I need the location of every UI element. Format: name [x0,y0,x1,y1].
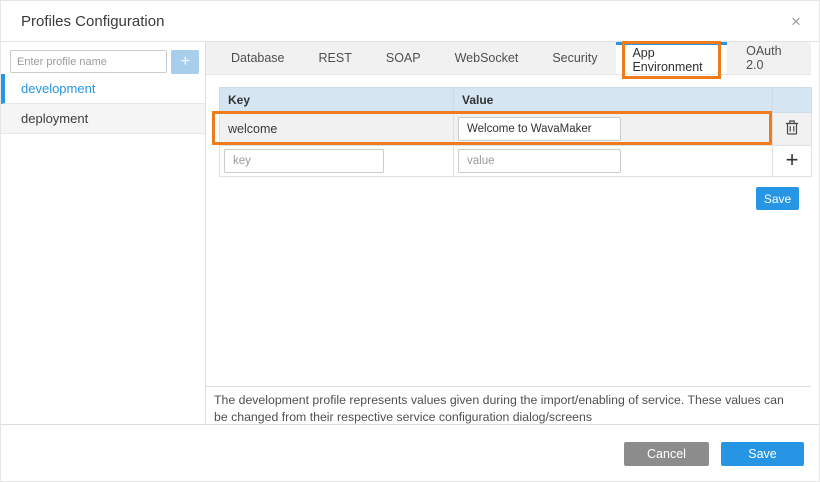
column-header-actions [773,88,812,113]
new-key-input[interactable] [224,149,384,173]
tab-database[interactable]: Database [214,42,302,74]
key-value-table: Key Value welcome [219,87,812,177]
add-profile-button[interactable]: + [171,50,199,74]
trash-icon [785,119,799,135]
close-icon[interactable]: × [784,1,808,42]
profile-item-label: development [21,81,95,96]
table-header-row: Key Value [220,88,812,113]
profile-item-deployment[interactable]: deployment [1,104,205,134]
table-save-button[interactable]: Save [756,187,799,210]
key-cell-text: welcome [220,122,453,136]
profile-description: The development profile represents value… [206,386,811,424]
cancel-button[interactable]: Cancel [624,442,709,466]
profiles-configuration-dialog: Profiles Configuration × + development d… [0,0,820,482]
tab-oauth[interactable]: OAuth 2.0 [729,42,811,74]
table-new-row: + [220,146,812,177]
profile-name-input[interactable] [10,50,167,73]
column-header-key: Key [220,88,454,113]
tab-security[interactable]: Security [535,42,614,74]
service-tabs: Database REST SOAP WebSocket Security Ap… [206,42,811,75]
column-header-value: Value [454,88,773,113]
profile-item-development[interactable]: development [1,74,205,104]
delete-row-button[interactable] [785,119,799,135]
value-input-welcome[interactable] [458,117,621,141]
profiles-sidebar: + development deployment [1,42,206,424]
tab-rest[interactable]: REST [302,42,369,74]
table-row-welcome: welcome [220,113,812,146]
dialog-titlebar: Profiles Configuration × [1,1,820,42]
footer-divider [1,424,820,425]
tab-websocket[interactable]: WebSocket [438,42,536,74]
tab-app-environment[interactable]: App Environment [616,42,727,74]
dialog-title: Profiles Configuration [21,1,164,42]
profile-item-label: deployment [21,111,88,126]
profile-add-row: + [1,42,205,74]
new-value-input[interactable] [458,149,621,173]
save-button[interactable]: Save [721,442,804,466]
add-row-button[interactable]: + [786,150,799,170]
tab-soap[interactable]: SOAP [369,42,438,74]
tab-app-environment-highlight: App Environment [622,41,721,79]
profile-list: development deployment [1,74,205,134]
